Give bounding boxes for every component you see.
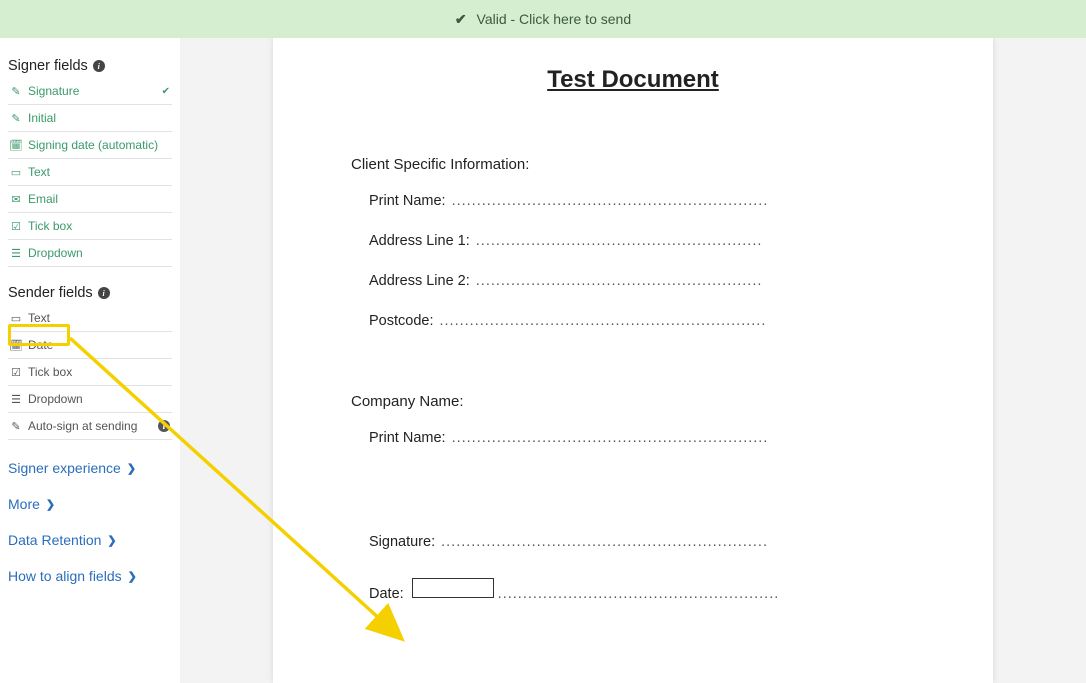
pencil-icon: ✎ (10, 112, 22, 125)
sender-fields-list: ▭ Text 🗓 Date ☑ Tick box ☰ Dropdown ✎ Au… (8, 305, 172, 440)
nav-signer-experience[interactable]: Signer experience ❯ (8, 460, 172, 476)
pencil-square-icon: ✎ (10, 85, 22, 98)
signer-fields-list: ✎ Signature ✔ ✎ Initial 🗓 Signing date (… (8, 78, 172, 267)
nav-how-to-align[interactable]: How to align fields ❯ (8, 568, 172, 584)
info-icon[interactable]: i (93, 60, 105, 72)
signer-dropdown[interactable]: ☰ Dropdown (8, 240, 172, 267)
sender-dropdown[interactable]: ☰ Dropdown (8, 386, 172, 413)
line-company-print-name: Print Name: ............................… (369, 430, 945, 446)
signer-fields-heading: Signer fields i (8, 58, 172, 74)
line-print-name: Print Name: ............................… (369, 193, 945, 209)
sender-date[interactable]: 🗓 Date (8, 332, 172, 359)
checkbox-icon: ☑ (10, 366, 22, 379)
text-box-icon: ▭ (10, 166, 22, 179)
chevron-right-icon: ❯ (127, 462, 136, 475)
signer-signature[interactable]: ✎ Signature ✔ (8, 78, 172, 105)
sender-tickbox[interactable]: ☑ Tick box (8, 359, 172, 386)
list-icon: ☰ (10, 393, 22, 406)
signer-text[interactable]: ▭ Text (8, 159, 172, 186)
section-client-info-heading: Client Specific Information: (351, 156, 945, 173)
calendar-icon: 🗓 (10, 139, 22, 152)
nav-more[interactable]: More ❯ (8, 496, 172, 512)
chevron-right-icon: ❯ (107, 534, 116, 547)
document-page[interactable]: Test Document Client Specific Informatio… (273, 38, 993, 683)
line-address-1: Address Line 1: ........................… (369, 233, 945, 249)
signer-tickbox[interactable]: ☑ Tick box (8, 213, 172, 240)
document-canvas[interactable]: Test Document Client Specific Informatio… (180, 38, 1086, 683)
check-icon: ✔ (162, 86, 170, 97)
info-icon[interactable]: i (98, 287, 110, 299)
line-date: Date: ..................................… (369, 578, 945, 602)
calendar-icon: 🗓 (10, 339, 22, 352)
section-company-heading: Company Name: (351, 393, 945, 410)
sidebar: Signer fields i ✎ Signature ✔ ✎ Initial … (0, 38, 180, 683)
chevron-right-icon: ❯ (128, 570, 137, 583)
signer-initial[interactable]: ✎ Initial (8, 105, 172, 132)
date-field-placeholder[interactable] (412, 578, 494, 598)
signer-signing-date[interactable]: 🗓 Signing date (automatic) (8, 132, 172, 159)
valid-send-banner[interactable]: ✔ Valid - Click here to send (0, 0, 1086, 38)
document-title: Test Document (321, 66, 945, 94)
pencil-square-icon: ✎ (10, 420, 22, 433)
chevron-right-icon: ❯ (46, 498, 55, 511)
signer-email[interactable]: ✉ Email (8, 186, 172, 213)
banner-text: Valid - Click here to send (477, 11, 632, 27)
text-box-icon: ▭ (10, 312, 22, 325)
sender-fields-heading: Sender fields i (8, 285, 172, 301)
line-signature: Signature: .............................… (369, 534, 945, 550)
sender-text[interactable]: ▭ Text (8, 305, 172, 332)
line-postcode: Postcode: ..............................… (369, 313, 945, 329)
check-icon: ✔ (455, 11, 467, 27)
info-icon[interactable]: i (158, 420, 170, 432)
checkbox-icon: ☑ (10, 220, 22, 233)
list-icon: ☰ (10, 247, 22, 260)
nav-data-retention[interactable]: Data Retention ❯ (8, 532, 172, 548)
line-address-2: Address Line 2: ........................… (369, 273, 945, 289)
mail-icon: ✉ (10, 193, 22, 206)
sender-auto-sign[interactable]: ✎ Auto-sign at sending i (8, 413, 172, 440)
